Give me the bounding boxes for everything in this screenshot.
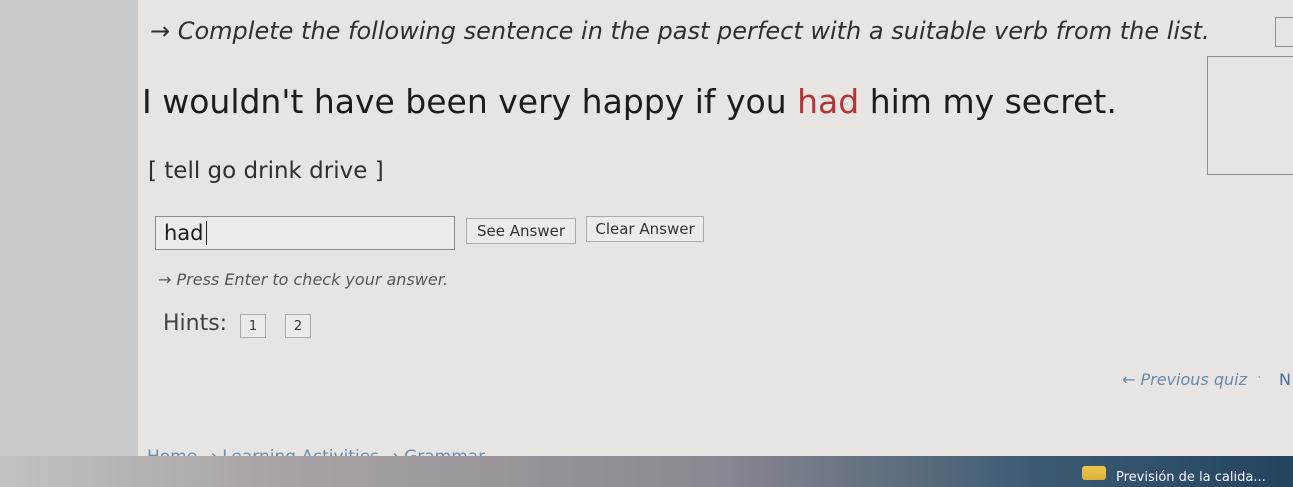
previous-quiz-link[interactable]: ← Previous quiz xyxy=(1122,370,1247,389)
right-box xyxy=(1207,56,1293,175)
hints-label: Hints: xyxy=(163,311,228,336)
hint-2-button[interactable]: 2 xyxy=(285,314,311,338)
sentence-highlight: had xyxy=(797,82,860,121)
next-quiz-link[interactable]: N xyxy=(1279,370,1291,389)
verb-list: [ tell go drink drive ] xyxy=(148,158,384,184)
text-caret xyxy=(205,221,207,245)
instruction-text: → Complete the following sentence in the… xyxy=(150,17,1210,45)
sentence-part-1: I wouldn't have been very happy if you xyxy=(142,82,798,121)
nav-separator: · xyxy=(1257,370,1262,386)
sentence-part-2: him my secret. xyxy=(859,82,1117,121)
sentence: I wouldn't have been very happy if you h… xyxy=(142,82,1117,121)
taskbar-text[interactable]: Previsión de la calida... xyxy=(1116,470,1266,485)
answer-input[interactable]: had xyxy=(155,216,455,250)
right-box-top xyxy=(1275,17,1293,47)
left-margin xyxy=(0,0,138,487)
see-answer-button[interactable]: See Answer xyxy=(466,218,576,244)
clear-answer-button[interactable]: Clear Answer xyxy=(586,216,704,242)
press-enter-note: → Press Enter to check your answer. xyxy=(158,270,448,289)
weather-icon[interactable] xyxy=(1082,466,1106,480)
answer-input-value: had xyxy=(164,221,204,245)
hint-1-button[interactable]: 1 xyxy=(240,314,266,338)
